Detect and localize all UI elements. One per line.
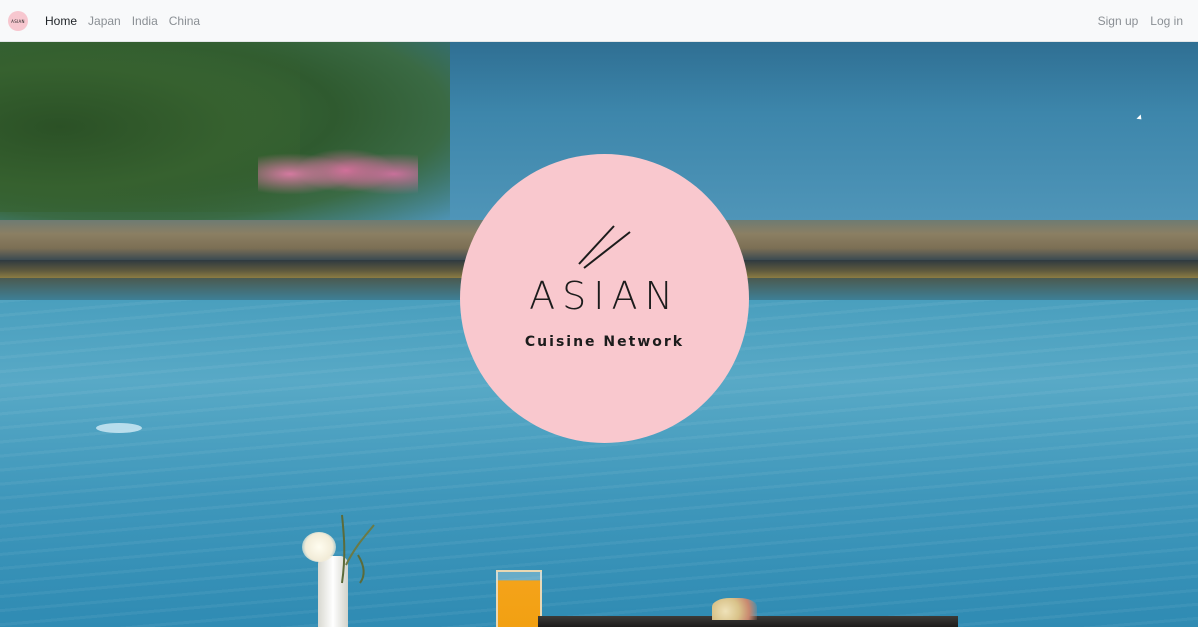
nav-link-china[interactable]: China <box>169 14 200 28</box>
nav-link-home[interactable]: Home <box>45 14 77 28</box>
top-navbar: ASIAN Home Japan India China Sign up Log… <box>0 0 1198 42</box>
auth-links: Sign up Log in <box>1086 0 1183 42</box>
hero-flowers <box>258 132 418 202</box>
login-link[interactable]: Log in <box>1150 14 1183 28</box>
signup-link[interactable]: Sign up <box>1098 14 1139 28</box>
orange-juice-glass <box>496 570 542 627</box>
chopsticks-icon <box>578 225 631 269</box>
white-flower <box>302 532 336 562</box>
logo-title: ASIAN <box>529 274 680 318</box>
brand-logo-text: ASIAN <box>11 18 25 24</box>
nav-links: Home Japan India China <box>45 0 211 42</box>
hero-water-glint <box>96 423 142 433</box>
hero-trees-dark <box>0 42 300 212</box>
nav-link-japan[interactable]: Japan <box>88 14 121 28</box>
hero-background-image: ASIAN Cuisine Network <box>0 42 1198 627</box>
logo-subtitle: Cuisine Network <box>524 334 685 350</box>
hero-logo: ASIAN Cuisine Network <box>460 154 749 443</box>
food-plate <box>712 598 757 620</box>
flower-stems <box>341 514 375 584</box>
nav-link-india[interactable]: India <box>132 14 158 28</box>
brand-logo[interactable]: ASIAN <box>8 11 28 31</box>
